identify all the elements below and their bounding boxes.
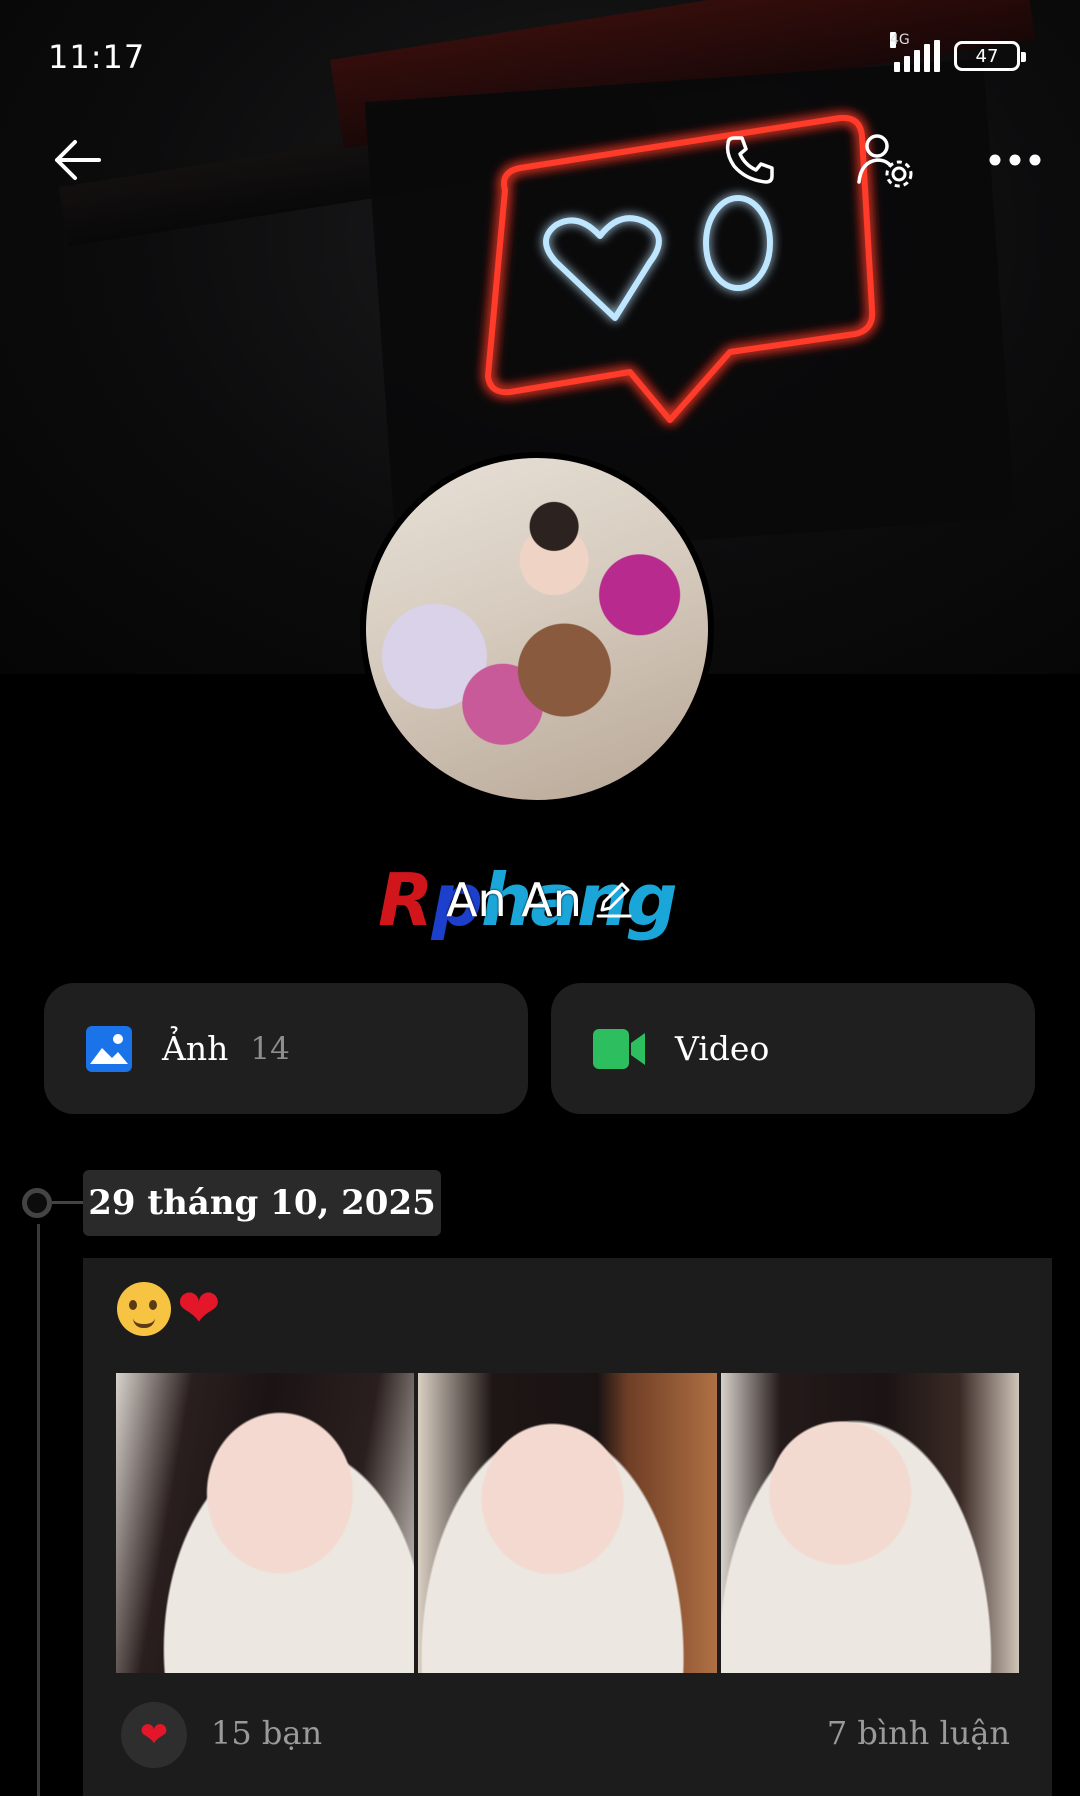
heart-icon: ❤ xyxy=(139,1715,169,1755)
profile-name-text: An An xyxy=(446,873,582,927)
timeline-line xyxy=(37,1224,40,1796)
post-photo[interactable] xyxy=(418,1373,717,1673)
video-button[interactable]: Video xyxy=(551,983,1035,1114)
status-time: 11:17 xyxy=(48,38,146,76)
post-photo[interactable] xyxy=(720,1373,1019,1673)
network-type: 4G xyxy=(890,32,910,48)
timeline-date: 29 tháng 10, 2025 xyxy=(83,1170,441,1236)
post-photo[interactable] xyxy=(116,1373,415,1673)
like-button[interactable]: ❤ xyxy=(121,1702,187,1768)
comment-count[interactable]: 7 bình luận xyxy=(827,1714,1010,1752)
battery-icon: 47 xyxy=(954,41,1026,71)
like-count[interactable]: 15 bạn xyxy=(211,1714,322,1752)
post-card[interactable]: ❤ ❤ 15 bạn 7 bình luận xyxy=(83,1258,1052,1796)
pencil-icon[interactable] xyxy=(594,880,634,920)
photos-count: 14 xyxy=(250,1030,290,1067)
call-button[interactable] xyxy=(715,125,785,195)
timeline-dot xyxy=(22,1188,52,1218)
battery-level: 47 xyxy=(975,45,999,67)
more-horizontal-icon xyxy=(989,154,1041,166)
phone-icon xyxy=(725,136,774,184)
avatar[interactable] xyxy=(360,452,714,806)
video-label: Video xyxy=(675,1029,770,1068)
status-bar: 11:17 4G 47 xyxy=(0,0,1080,110)
post-caption: ❤ xyxy=(117,1282,221,1336)
timeline-connector xyxy=(52,1201,84,1204)
photos-label: Ảnh xyxy=(162,1029,229,1068)
photo-gallery-icon xyxy=(86,1025,132,1072)
user-settings-icon xyxy=(857,134,913,188)
signal-icon: 4G xyxy=(890,32,940,72)
video-camera-icon xyxy=(593,1028,645,1069)
heart-emoji-icon: ❤ xyxy=(177,1279,221,1339)
smiling-tear-emoji-icon xyxy=(117,1282,171,1336)
post-photo-grid xyxy=(116,1373,1019,1673)
arrow-left-icon xyxy=(55,140,101,180)
photos-button[interactable]: Ảnh 14 xyxy=(44,983,528,1114)
profile-name[interactable]: An An xyxy=(446,873,634,927)
back-button[interactable] xyxy=(42,125,112,195)
post-footer: ❤ 15 bạn 7 bình luận xyxy=(83,1696,1052,1796)
profile-name-row: An An xyxy=(0,850,1080,950)
status-indicators: 4G 47 xyxy=(890,32,1026,72)
profile-settings-button[interactable] xyxy=(850,125,920,195)
more-options-button[interactable] xyxy=(980,125,1050,195)
